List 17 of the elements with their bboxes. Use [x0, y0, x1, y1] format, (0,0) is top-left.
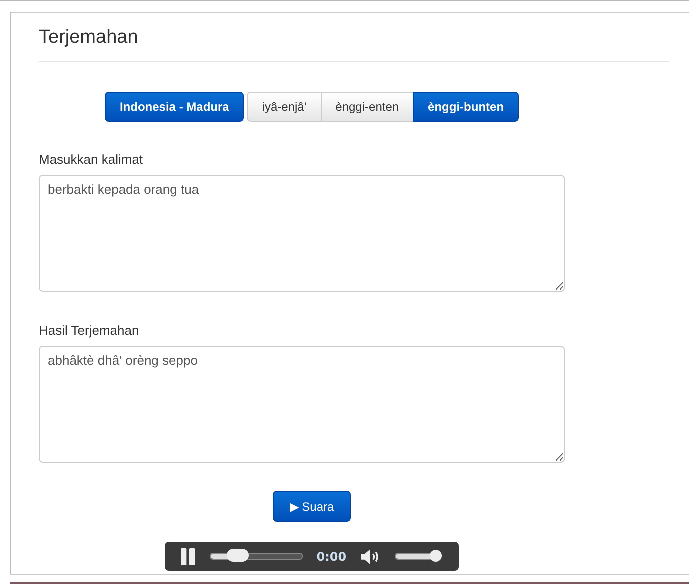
- time-display: 0:00: [316, 550, 347, 564]
- volume-slider[interactable]: [395, 549, 443, 564]
- sound-button[interactable]: ▶ Suara: [272, 491, 352, 522]
- input-label: Masukkan kalimat: [39, 152, 144, 167]
- panel-title: Terjemahan: [39, 27, 140, 49]
- direction-button[interactable]: Indonesia - Madura: [104, 92, 244, 122]
- volume-icon[interactable]: [360, 548, 382, 564]
- volume-thumb[interactable]: [430, 550, 442, 562]
- level-tab[interactable]: iyâ-enjâ': [247, 92, 322, 122]
- level-tab[interactable]: ènggi-enten: [320, 92, 414, 122]
- progress-slider[interactable]: [210, 549, 303, 564]
- pause-icon[interactable]: [181, 548, 196, 566]
- result-field[interactable]: abhâktè dhâ' orèng seppo: [39, 346, 565, 463]
- input-field[interactable]: berbakti kepada orang tua: [39, 175, 565, 292]
- level-tab[interactable]: ènggi-bunten: [413, 92, 520, 122]
- result-label: Hasil Terjemahan: [39, 323, 140, 338]
- progress-thumb[interactable]: [227, 549, 250, 562]
